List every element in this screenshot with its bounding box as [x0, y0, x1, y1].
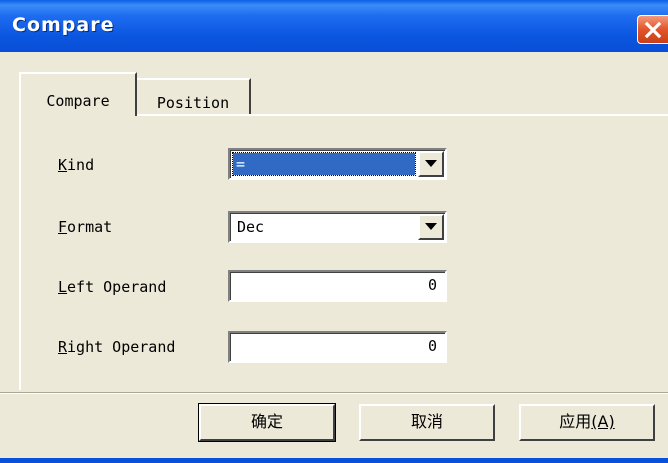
ok-button[interactable]: 确定	[198, 403, 336, 442]
window-title: Compare	[12, 14, 115, 36]
tab-compare[interactable]: Compare	[19, 72, 137, 116]
tab-position[interactable]: Position	[137, 78, 251, 114]
tab-position-label: Position	[156, 94, 230, 112]
tab-compare-label: Compare	[46, 92, 110, 110]
divider-highlight	[0, 393, 668, 394]
window-bottom-border	[0, 458, 668, 463]
title-bar[interactable]: Compare	[0, 0, 668, 52]
cancel-button[interactable]: 取消	[359, 404, 495, 441]
tab-panel	[19, 114, 668, 390]
close-icon	[644, 21, 662, 39]
close-button[interactable]	[637, 15, 668, 44]
apply-button[interactable]: 应用(A)	[519, 404, 655, 441]
